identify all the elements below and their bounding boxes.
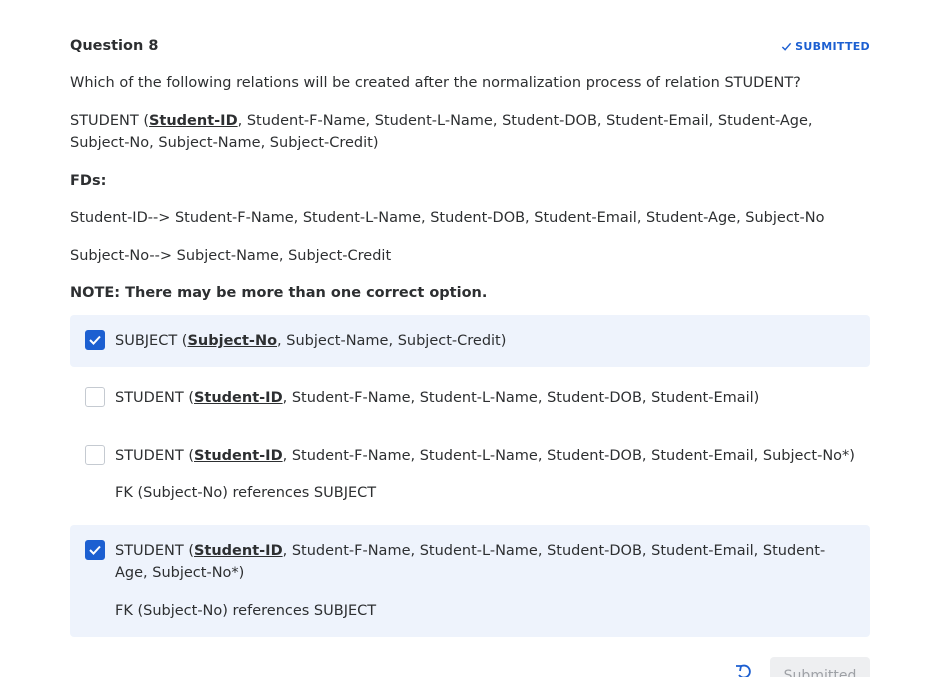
status-badge: SUBMITTED xyxy=(781,40,870,53)
option-2-checkbox[interactable] xyxy=(85,387,105,407)
answer-option-3[interactable]: STUDENT (Student-ID, Student-F-Name, Stu… xyxy=(70,430,870,520)
primary-key: Student-ID xyxy=(148,113,238,129)
question-prompt: Which of the following relations will be… xyxy=(70,75,801,91)
answer-option-2[interactable]: STUDENT (Student-ID, Student-F-Name, Stu… xyxy=(70,372,870,424)
status-label: SUBMITTED xyxy=(795,40,870,53)
check-icon xyxy=(781,42,792,51)
option-1-checkbox[interactable] xyxy=(85,330,105,350)
submitted-button[interactable]: Submitted xyxy=(770,657,870,677)
checkmark-icon xyxy=(89,545,101,555)
checkmark-icon xyxy=(89,335,101,345)
option-4-checkbox[interactable] xyxy=(85,540,105,560)
option-3-checkbox[interactable] xyxy=(85,445,105,465)
note: NOTE: There may be more than one correct… xyxy=(70,285,488,301)
undo-icon[interactable] xyxy=(734,663,754,677)
option-4-fk: FK (Subject-No) references SUBJECT xyxy=(115,603,377,619)
option-1-label: SUBJECT (Subject-No, Subject-Name, Subje… xyxy=(115,333,507,349)
option-4-label: STUDENT (Student-ID, Student-F-Name, Stu… xyxy=(115,543,826,581)
option-3-fk: FK (Subject-No) references SUBJECT xyxy=(115,485,377,501)
fd-2: Subject-No--> Subject-Name, Subject-Cred… xyxy=(70,248,392,264)
fds-label: FDs: xyxy=(70,173,107,189)
question-title: Question 8 xyxy=(70,38,159,54)
option-3-label: STUDENT (Student-ID, Student-F-Name, Stu… xyxy=(115,448,855,464)
fd-1: Student-ID--> Student-F-Name, Student-L-… xyxy=(70,210,825,226)
option-2-label: STUDENT (Student-ID, Student-F-Name, Stu… xyxy=(115,390,760,406)
answer-option-4[interactable]: STUDENT (Student-ID, Student-F-Name, Stu… xyxy=(70,525,870,637)
answer-option-1[interactable]: SUBJECT (Subject-No, Subject-Name, Subje… xyxy=(70,315,870,367)
relation-definition: STUDENT (Student-ID, Student-F-Name, Stu… xyxy=(70,113,813,151)
